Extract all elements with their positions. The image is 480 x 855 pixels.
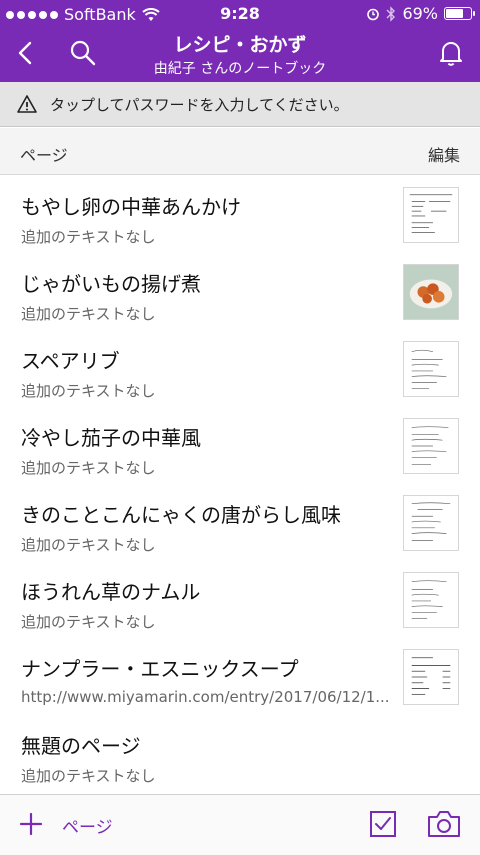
page-thumbnail	[403, 418, 459, 474]
page-list-item[interactable]: 無題のページ 追加のテキストなし	[0, 714, 480, 791]
page-list-item[interactable]: もやし卵の中華あんかけ 追加のテキストなし	[0, 175, 480, 252]
page-thumbnail	[403, 341, 459, 397]
page-preview-text: 追加のテキストなし	[21, 459, 156, 477]
alarm-icon	[367, 8, 380, 20]
warning-icon	[17, 95, 37, 113]
battery-icon	[444, 7, 475, 20]
checkbox-icon[interactable]	[369, 810, 397, 838]
page-list-item[interactable]: 冷やし茄子の中華風 追加のテキストなし	[0, 406, 480, 483]
page-preview-text: http://www.miyamarin.com/entry/2017/06/1…	[21, 688, 390, 706]
status-right: 69%	[366, 4, 475, 23]
edit-button[interactable]: 編集	[428, 142, 460, 166]
bottom-toolbar: ページ	[0, 794, 480, 855]
add-page-button[interactable]: ページ	[62, 813, 113, 838]
page-title: 無題のページ	[21, 734, 141, 758]
notebook-owner-subtitle: 由紀子 さんのノートブック	[153, 61, 327, 77]
page-thumbnail	[403, 187, 459, 243]
bluetooth-icon	[386, 5, 396, 22]
page-preview-text: 追加のテキストなし	[21, 382, 156, 400]
password-banner[interactable]: タップしてパスワードを入力してください。	[0, 82, 480, 127]
page-title: ナンプラー・エスニックスープ	[21, 657, 299, 681]
page-list-item[interactable]: ほうれん草のナムル 追加のテキストなし	[0, 560, 480, 637]
page-preview-text: 追加のテキストなし	[21, 536, 156, 554]
page-list: もやし卵の中華あんかけ 追加のテキストなし じゃがいもの揚げ煮 追加のテキストな…	[0, 175, 480, 791]
page-title: もやし卵の中華あんかけ	[21, 195, 241, 219]
page-thumbnail	[403, 572, 459, 628]
nav-bar: レシピ・おかず 由紀子 さんのノートブック	[0, 28, 480, 82]
page-list-item[interactable]: じゃがいもの揚げ煮 追加のテキストなし	[0, 252, 480, 329]
page-thumbnail	[403, 649, 459, 705]
page-title: ほうれん草のナムル	[21, 580, 201, 604]
page-preview-text: 追加のテキストなし	[21, 228, 156, 246]
page-title: 冷やし茄子の中華風	[21, 426, 201, 450]
status-bar: SoftBank 9:28 69%	[0, 0, 480, 28]
page-thumbnail	[403, 495, 459, 551]
page-title: スペアリブ	[21, 349, 120, 373]
page-preview-text: 追加のテキストなし	[21, 305, 156, 323]
battery-fill	[446, 9, 463, 18]
password-banner-text: タップしてパスワードを入力してください。	[50, 95, 349, 114]
plus-icon[interactable]	[18, 811, 44, 837]
page-title: きのことこんにゃくの唐がらし風味	[21, 503, 341, 527]
page-preview-text: 追加のテキストなし	[21, 613, 156, 631]
page-list-item[interactable]: きのことこんにゃくの唐がらし風味 追加のテキストなし	[0, 483, 480, 560]
pages-section-header: ページ 編集	[0, 128, 480, 175]
page-preview-text: 追加のテキストなし	[21, 767, 156, 785]
pages-label: ページ	[20, 146, 68, 165]
notebook-section-title: レシピ・おかず	[173, 34, 307, 56]
bell-icon[interactable]	[436, 38, 466, 68]
camera-icon[interactable]	[426, 809, 462, 839]
page-thumbnail	[403, 264, 459, 320]
battery-percent: 69%	[402, 4, 438, 23]
page-list-item[interactable]: スペアリブ 追加のテキストなし	[0, 329, 480, 406]
page-title: じゃがいもの揚げ煮	[21, 272, 201, 296]
page-list-item[interactable]: ナンプラー・エスニックスープ http://www.miyamarin.com/…	[0, 637, 480, 714]
